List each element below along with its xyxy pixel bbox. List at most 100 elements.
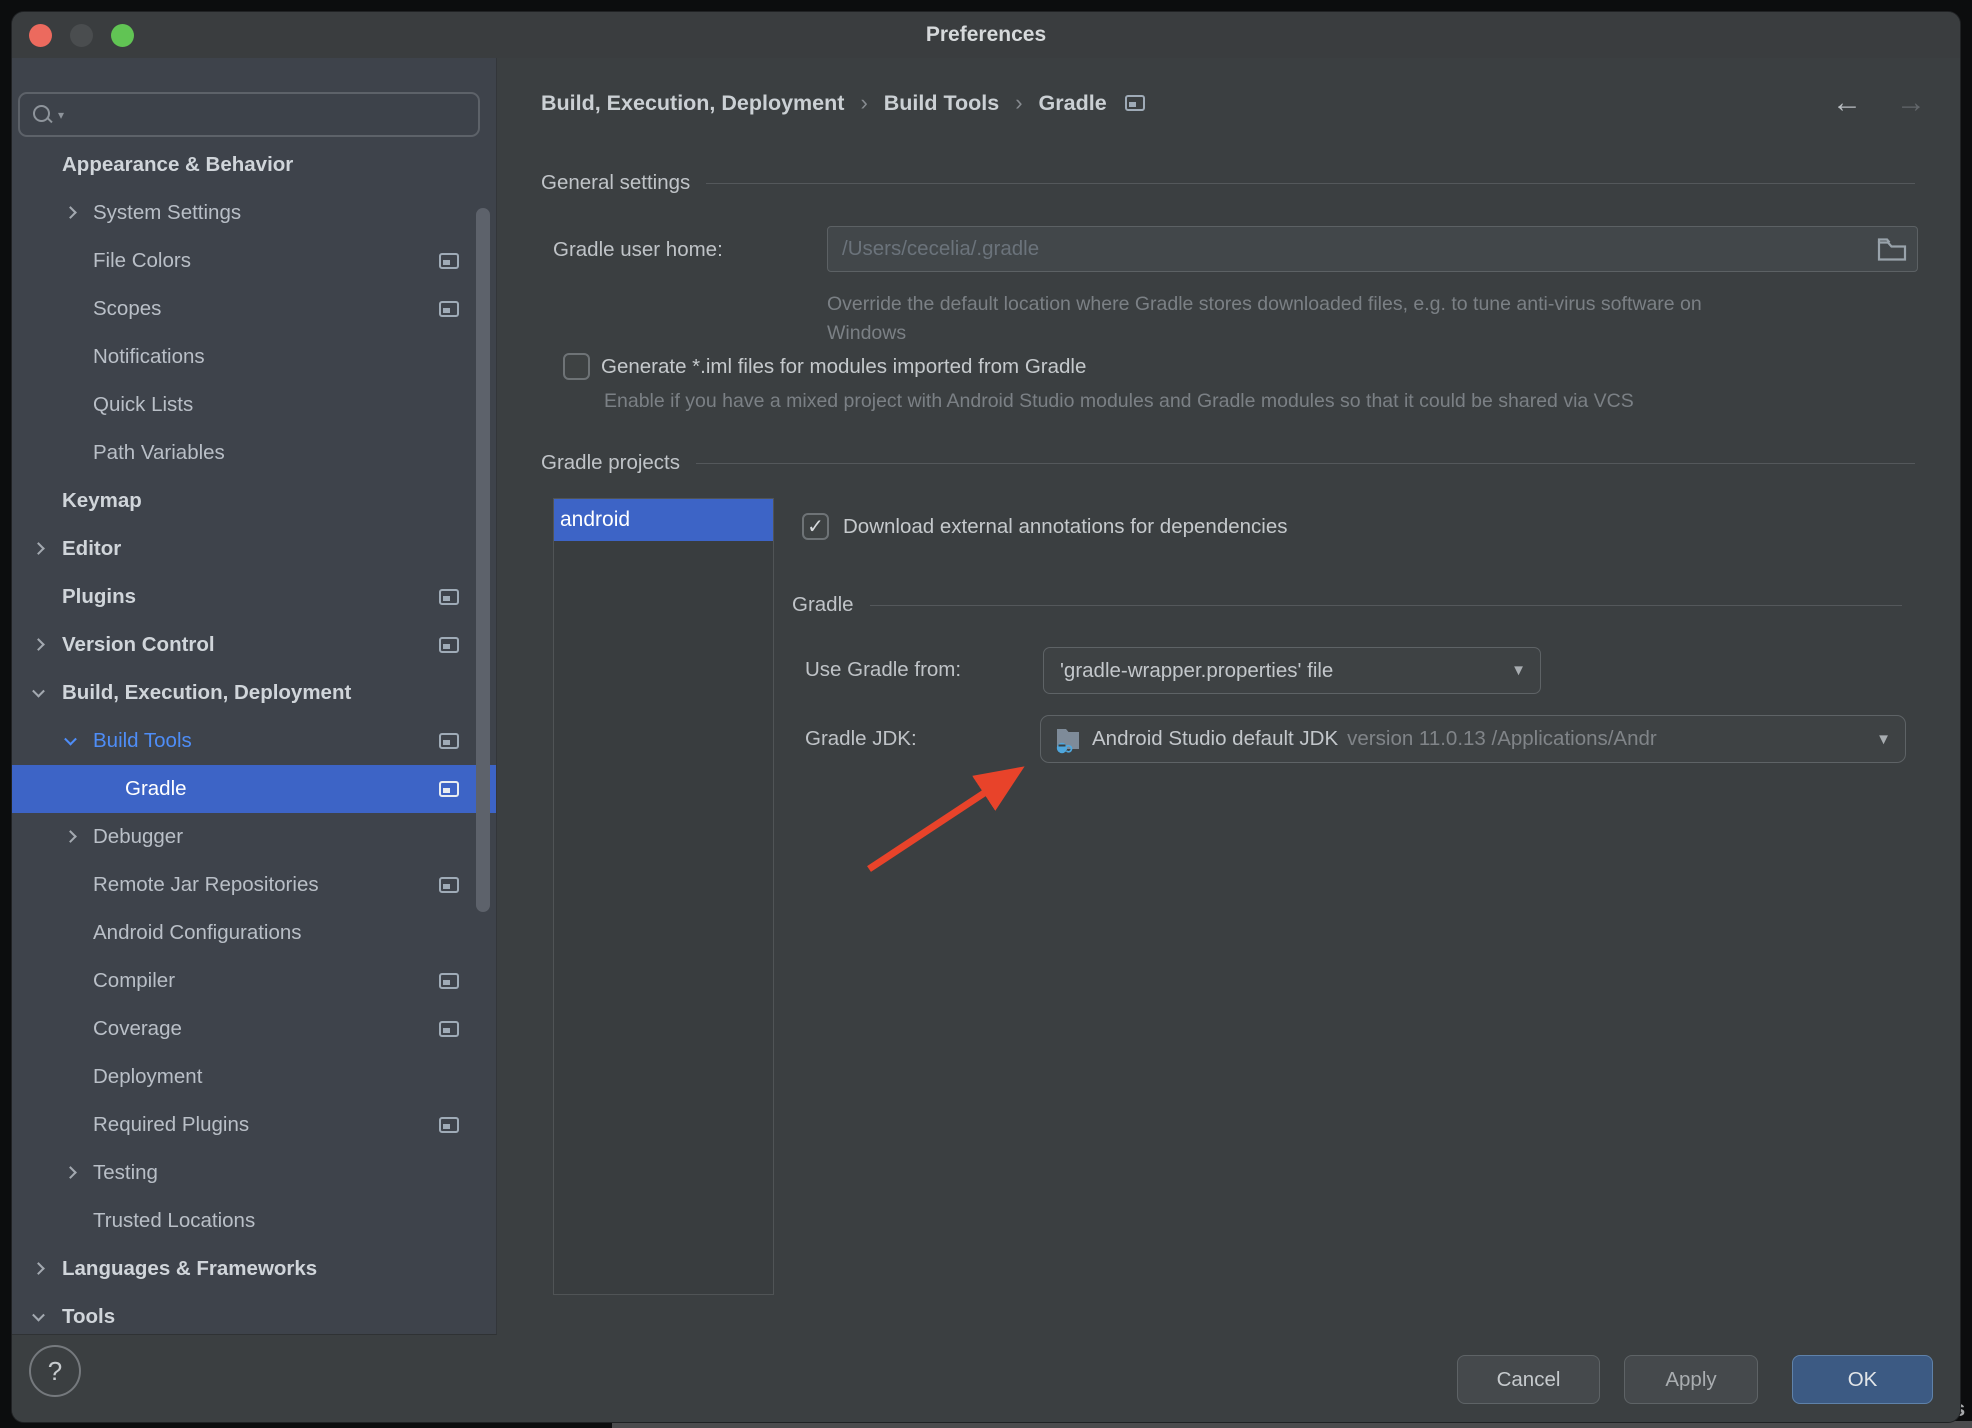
sidebar-item-quick-lists[interactable]: Quick Lists — [12, 381, 496, 429]
window-title: Preferences — [926, 23, 1046, 47]
dropdown-arrow-icon[interactable]: ▼ — [1876, 731, 1905, 748]
chevron-right-icon[interactable] — [32, 542, 45, 555]
sidebar-scrollbar-thumb[interactable] — [476, 208, 490, 912]
navigate-forward-icon: → — [1896, 85, 1926, 121]
settings-window-icon — [1125, 95, 1145, 111]
sidebar-item-editor[interactable]: Editor — [12, 525, 496, 573]
gradle-user-home-hint: Windows — [827, 322, 906, 345]
sidebar-item-required-plugins[interactable]: Required Plugins — [12, 1101, 496, 1149]
chevron-right-icon[interactable] — [32, 1262, 45, 1275]
sidebar-item-appearance-behavior[interactable]: Appearance & Behavior — [12, 141, 496, 189]
search-icon — [32, 104, 54, 126]
sidebar-item-label: Quick Lists — [93, 393, 193, 417]
sidebar-item-label: Build Tools — [93, 729, 192, 753]
settings-search-field[interactable]: ▾ — [18, 92, 480, 137]
separator-line — [870, 605, 1902, 606]
use-gradle-from-value: 'gradle-wrapper.properties' file — [1060, 659, 1333, 683]
sidebar-item-label: Required Plugins — [93, 1113, 249, 1137]
gradle-user-home-input[interactable] — [828, 227, 1877, 271]
sidebar-item-debugger[interactable]: Debugger — [12, 813, 496, 861]
chevron-down-icon[interactable] — [32, 685, 45, 698]
help-button[interactable]: ? — [29, 1345, 81, 1397]
sidebar-item-scopes[interactable]: Scopes — [12, 285, 496, 333]
sidebar-item-languages-frameworks[interactable]: Languages & Frameworks — [12, 1245, 496, 1293]
folder-browse-icon[interactable] — [1877, 236, 1907, 262]
gradle-subsection-header: Gradle — [792, 592, 1902, 618]
traffic-lights — [29, 12, 134, 58]
use-gradle-from-dropdown[interactable]: 'gradle-wrapper.properties' file ▼ — [1043, 647, 1541, 694]
sidebar-item-plugins[interactable]: Plugins — [12, 573, 496, 621]
sidebar-item-label: Trusted Locations — [93, 1209, 255, 1233]
close-button[interactable] — [29, 24, 52, 47]
cancel-button[interactable]: Cancel — [1457, 1355, 1600, 1404]
apply-button[interactable]: Apply — [1624, 1355, 1758, 1404]
sidebar-item-tools[interactable]: Tools — [12, 1293, 496, 1335]
sidebar-item-deployment[interactable]: Deployment — [12, 1053, 496, 1101]
sidebar-item-file-colors[interactable]: File Colors — [12, 237, 496, 285]
breadcrumb-segment-build-execution-deployment[interactable]: Build, Execution, Deployment — [541, 91, 844, 116]
sidebar-item-label: File Colors — [93, 249, 191, 273]
breadcrumb-segment-build-tools[interactable]: Build Tools — [884, 91, 999, 116]
search-options-caret-icon[interactable]: ▾ — [58, 108, 64, 122]
sidebar-item-notifications[interactable]: Notifications — [12, 333, 496, 381]
chevron-right-icon[interactable] — [32, 638, 45, 651]
generate-iml-checkbox[interactable]: ✓ — [563, 353, 590, 380]
minimize-button[interactable] — [70, 24, 93, 47]
use-gradle-from-label: Use Gradle from: — [805, 658, 961, 682]
sidebar-item-build-execution-deployment[interactable]: Build, Execution, Deployment — [12, 669, 496, 717]
sidebar-item-remote-jar-repositories[interactable]: Remote Jar Repositories — [12, 861, 496, 909]
sidebar-item-label: Tools — [62, 1305, 115, 1329]
settings-window-icon — [439, 1021, 459, 1037]
chevron-down-icon[interactable] — [64, 733, 77, 746]
gradle-jdk-value-secondary: version 11.0.13 /Applications/Andr — [1347, 727, 1657, 751]
sidebar-item-gradle[interactable]: Gradle — [12, 765, 496, 813]
sidebar-item-label: System Settings — [93, 201, 241, 225]
chevron-down-icon[interactable] — [32, 1309, 45, 1322]
sidebar-item-compiler[interactable]: Compiler — [12, 957, 496, 1005]
gradle-jdk-value-primary: Android Studio default JDK — [1092, 727, 1338, 751]
breadcrumb-segment-gradle[interactable]: Gradle — [1039, 91, 1107, 116]
project-list-item-android[interactable]: android — [554, 499, 773, 541]
sidebar-item-system-settings[interactable]: System Settings — [12, 189, 496, 237]
sidebar-item-version-control[interactable]: Version Control — [12, 621, 496, 669]
separator-line — [696, 463, 1915, 464]
download-annotations-checkbox[interactable]: ✓ — [802, 513, 829, 540]
sidebar-item-coverage[interactable]: Coverage — [12, 1005, 496, 1053]
annotation-arrow — [842, 747, 1052, 892]
settings-window-icon — [439, 637, 459, 653]
search-input[interactable] — [66, 94, 478, 135]
sidebar-item-trusted-locations[interactable]: Trusted Locations — [12, 1197, 496, 1245]
download-annotations-label[interactable]: Download external annotations for depend… — [843, 515, 1287, 539]
titlebar: Preferences — [12, 12, 1960, 58]
sidebar-item-testing[interactable]: Testing — [12, 1149, 496, 1197]
ok-button[interactable]: OK — [1792, 1355, 1933, 1404]
settings-sidebar: ▾ Appearance & Behavior System Settings Fi… — [12, 58, 497, 1335]
sidebar-item-build-tools[interactable]: Build Tools — [12, 717, 496, 765]
gradle-user-home-field[interactable] — [827, 226, 1918, 272]
navigate-back-icon[interactable]: ← — [1832, 85, 1862, 121]
settings-window-icon — [439, 301, 459, 317]
sidebar-item-label: Languages & Frameworks — [62, 1257, 317, 1281]
sidebar-item-android-configurations[interactable]: Android Configurations — [12, 909, 496, 957]
chevron-right-icon[interactable] — [64, 206, 77, 219]
settings-window-icon — [439, 1117, 459, 1133]
generate-iml-label[interactable]: Generate *.iml files for modules importe… — [601, 355, 1086, 379]
sidebar-item-label: Remote Jar Repositories — [93, 873, 319, 897]
zoom-button[interactable] — [111, 24, 134, 47]
sidebar-item-label: Keymap — [62, 489, 142, 513]
sidebar-item-label: Version Control — [62, 633, 215, 657]
settings-window-icon — [439, 973, 459, 989]
sidebar-item-path-variables[interactable]: Path Variables — [12, 429, 496, 477]
sidebar-item-label: Compiler — [93, 969, 175, 993]
sidebar-item-keymap[interactable]: Keymap — [12, 477, 496, 525]
sidebar-item-label: Notifications — [93, 345, 205, 369]
chevron-right-icon[interactable] — [64, 830, 77, 843]
gradle-user-home-hint: Override the default location where Grad… — [827, 293, 1702, 316]
gradle-jdk-dropdown[interactable]: Android Studio default JDK version 11.0.… — [1040, 715, 1906, 763]
gradle-user-home-label: Gradle user home: — [553, 238, 723, 262]
checkmark-icon: ✓ — [807, 517, 824, 537]
gradle-projects-list[interactable]: android — [553, 498, 774, 1295]
breadcrumb-separator: › — [1013, 90, 1024, 116]
chevron-right-icon[interactable] — [64, 1166, 77, 1179]
dropdown-arrow-icon[interactable]: ▼ — [1511, 662, 1540, 679]
